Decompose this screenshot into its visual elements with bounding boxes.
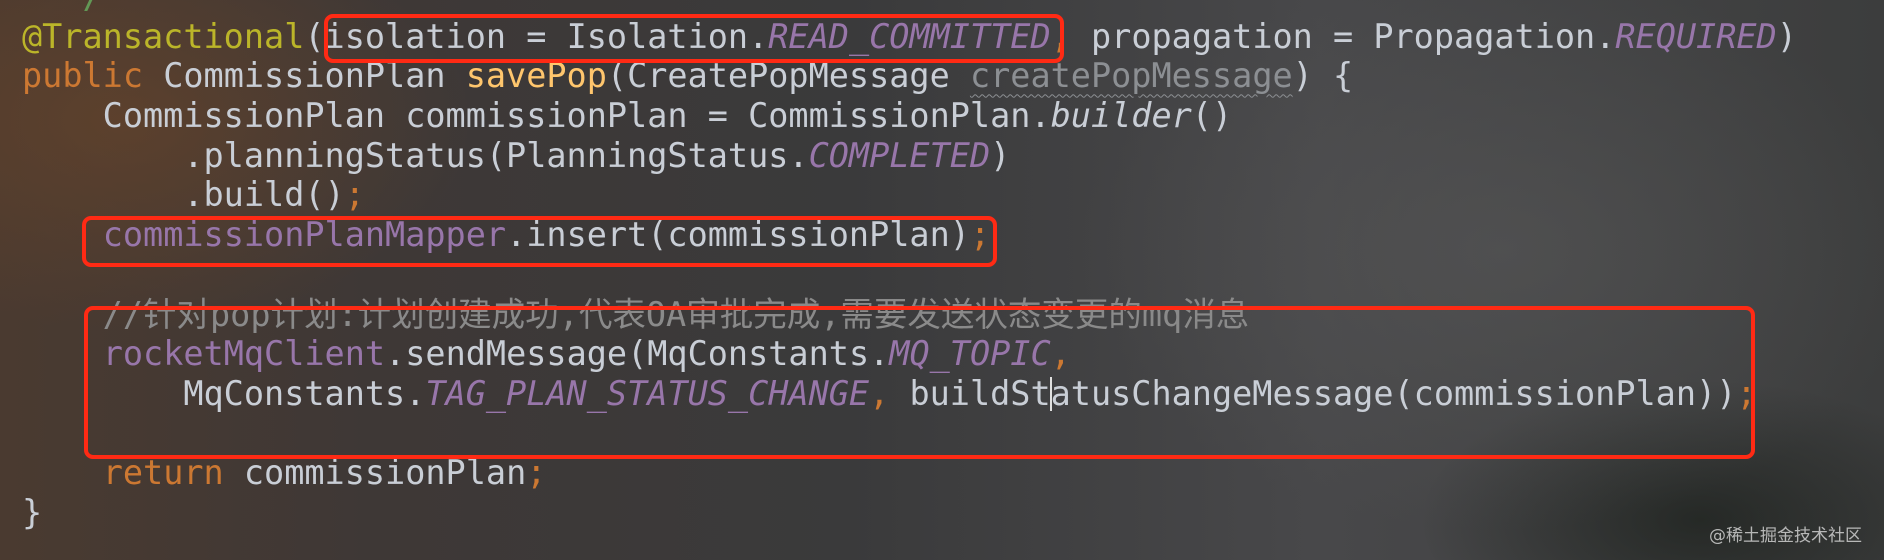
code-line[interactable]: .build(); bbox=[22, 175, 1797, 215]
code-token: commissionPlan bbox=[243, 453, 527, 493]
watermark: @稀土掘金技术社区 bbox=[1709, 526, 1862, 546]
highlight-isolation bbox=[324, 14, 1064, 63]
code-token: CommissionPlan commissionPlan = Commissi… bbox=[22, 96, 1051, 136]
highlight-insert bbox=[82, 216, 997, 267]
highlight-send-message bbox=[84, 306, 1755, 459]
code-token: builder bbox=[1050, 96, 1192, 136]
code-token: .planningStatus(PlanningStatus. bbox=[22, 135, 809, 175]
code-token: COMPLETED bbox=[808, 135, 991, 175]
code-token: return bbox=[102, 453, 244, 493]
code-line[interactable]: } bbox=[22, 493, 1797, 533]
code-token: () bbox=[1191, 96, 1233, 136]
code-token: ) { bbox=[1292, 56, 1354, 96]
code-token: public bbox=[22, 56, 164, 96]
code-line[interactable]: CommissionPlan commissionPlan = Commissi… bbox=[22, 96, 1797, 136]
code-token: ; bbox=[526, 453, 547, 493]
code-token: } bbox=[22, 492, 43, 532]
code-token: ) bbox=[1776, 16, 1797, 56]
code-token: */ bbox=[22, 0, 102, 16]
code-line[interactable]: .planningStatus(PlanningStatus.COMPLETED… bbox=[22, 136, 1797, 176]
code-token: propagation = Propagation. bbox=[1090, 16, 1616, 56]
code-token: .build() bbox=[22, 175, 345, 215]
code-token: ) bbox=[990, 135, 1011, 175]
code-token: ; bbox=[344, 175, 365, 215]
code-token: @Transactional bbox=[22, 16, 305, 56]
code-token: REQUIRED bbox=[1615, 16, 1777, 56]
code-line[interactable]: return commissionPlan; bbox=[22, 453, 1797, 493]
